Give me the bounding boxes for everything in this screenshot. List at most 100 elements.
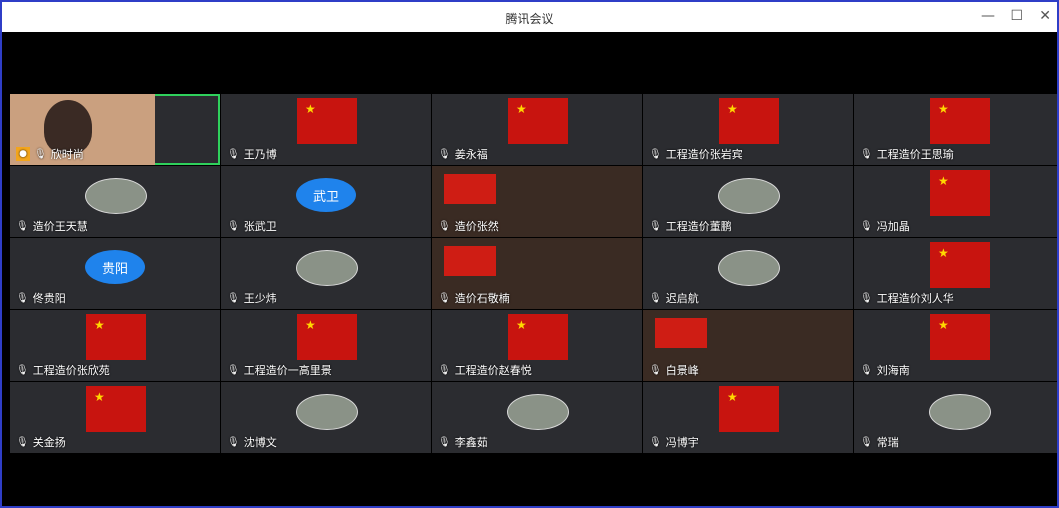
flag-video [930,98,990,144]
video-tile[interactable]: 🎙刘海南 [854,310,1057,381]
mic-icon: 🎙 [860,220,873,232]
participant-label: 🎙 李鑫茹 [438,434,488,450]
participant-name: 冯加晶 [876,220,910,233]
video-tile[interactable]: 武卫 🎙 张武卫 [221,166,431,237]
mic-icon: 🎙 [16,364,29,376]
video-tile[interactable]: 🎙工程造价张欣苑 [10,310,220,381]
mic-icon: 🎙 [438,292,451,304]
flag-video [719,386,779,432]
participant-name: 造价王天慧 [32,220,88,233]
video-tile[interactable]: 🎙工程造价刘人华 [854,238,1057,309]
mic-icon: 🎙 [860,436,873,448]
participant-label: 🎙 张武卫 [227,218,277,234]
participant-name: 工程造价刘人华 [876,292,954,305]
mic-icon: 🎙 [649,292,662,304]
flag-video [719,98,779,144]
flag-video [86,314,146,360]
participant-label: 🎙 关金扬 [16,434,66,450]
participant-name: 工程造价赵春悦 [454,364,532,377]
participant-name: 常瑞 [876,436,899,449]
close-button[interactable]: ✕ [1039,8,1051,24]
participant-label: 🎙 造价石敬楠 [438,290,510,306]
participant-name: 刘海南 [876,364,910,377]
participant-photo-avatar [718,178,780,214]
participant-label: 🎙 沈博文 [227,434,277,450]
mic-icon: 🎙 [16,220,29,232]
video-tile[interactable]: 🎙 常瑞 [854,382,1057,453]
participant-label: 🎙 工程造价一高里景 [227,362,332,378]
flag-video [297,314,357,360]
participant-label: 🎙 佟贵阳 [16,290,66,306]
participant-photo-avatar [296,250,358,286]
video-tile[interactable]: 🎙 王少炜 [221,238,431,309]
mic-icon: 🎙 [438,220,451,232]
video-tile[interactable]: 贵阳 🎙 佟贵阳 [10,238,220,309]
mic-icon: 🎙 [227,220,240,232]
video-tile[interactable]: 🎙工程造价王思瑜 [854,94,1057,165]
mic-icon: 🎙 [860,148,873,160]
flag-video [930,170,990,216]
participant-name: 造价张然 [454,220,499,233]
video-tile[interactable]: 🎙工程造价赵春悦 [432,310,642,381]
participant-name: 王少炜 [243,292,277,305]
participant-label: 🎙 刘海南 [860,362,910,378]
mic-icon: 🎙 [649,148,662,160]
participant-label: 🎙 冯加晶 [860,218,910,234]
minimize-button[interactable]: — [981,8,995,24]
mic-icon: 🎙 [860,292,873,304]
video-tile[interactable]: 🎙 造价王天慧 [10,166,220,237]
participant-name: 沈博文 [243,436,277,449]
participant-label: 🎙 王乃博 [227,146,277,162]
participant-photo-avatar [929,394,991,430]
meeting-window: 腾讯会议 — ☐ ✕ ●🎙欣时尚🎙王乃博🎙姜永福🎙工程造价张岩宾🎙工程造价王思瑜… [0,0,1059,508]
participant-name: 造价石敬楠 [454,292,510,305]
title-bar: 腾讯会议 — ☐ ✕ [2,2,1057,32]
participant-name: 工程造价一高里景 [243,364,332,377]
participant-label: 🎙 造价王天慧 [16,218,88,234]
window-title: 腾讯会议 [505,12,554,26]
participant-label: ● 🎙 欣时尚 [16,146,84,162]
host-icon: ● [16,147,30,161]
participant-photo-avatar [85,178,147,214]
mic-icon: 🎙 [649,220,662,232]
video-tile[interactable]: 🎙 沈博文 [221,382,431,453]
video-tile[interactable]: 🎙 工程造价董鹏 [643,166,853,237]
video-tile[interactable]: 🎙王乃博 [221,94,431,165]
participant-photo-avatar [718,250,780,286]
maximize-button[interactable]: ☐ [1010,8,1023,24]
mic-icon: 🎙 [860,364,873,376]
video-tile[interactable]: 🎙冯加晶 [854,166,1057,237]
participant-label: 🎙 工程造价张欣苑 [16,362,110,378]
mic-icon: 🎙 [16,292,29,304]
video-tile[interactable]: 🎙工程造价张岩宾 [643,94,853,165]
video-tile[interactable]: 🎙冯博宇 [643,382,853,453]
video-tile[interactable]: 🎙 造价张然 [432,166,642,237]
participant-name: 欣时尚 [50,148,84,161]
video-tile[interactable]: ● 🎙 欣时尚 [10,94,220,165]
participant-name: 工程造价张欣苑 [32,364,110,377]
participant-label: 🎙 白景峰 [649,362,699,378]
video-tile[interactable]: 🎙 李鑫茹 [432,382,642,453]
mic-icon: 🎙 [34,148,47,160]
participant-label: 🎙 工程造价刘人华 [860,290,954,306]
participant-label: 🎙 工程造价王思瑜 [860,146,954,162]
mic-icon: 🎙 [438,364,451,376]
video-tile[interactable]: 🎙关金扬 [10,382,220,453]
participant-label: 🎙 造价张然 [438,218,499,234]
participant-label: 🎙 王少炜 [227,290,277,306]
video-tile[interactable]: 🎙工程造价一高里景 [221,310,431,381]
flag-video [930,242,990,288]
mic-icon: 🎙 [227,292,240,304]
video-grid: ●🎙欣时尚🎙王乃博🎙姜永福🎙工程造价张岩宾🎙工程造价王思瑜🎙造价王天慧武卫🎙张武… [10,94,1057,456]
video-tile[interactable]: 🎙 白景峰 [643,310,853,381]
participant-name: 冯博宇 [665,436,699,449]
mic-icon: 🎙 [227,436,240,448]
participant-label: 🎙 姜永福 [438,146,488,162]
video-tile[interactable]: 🎙 迟启航 [643,238,853,309]
participant-name: 工程造价张岩宾 [665,148,743,161]
video-tile[interactable]: 🎙姜永福 [432,94,642,165]
flag-video [86,386,146,432]
mic-icon: 🎙 [438,436,451,448]
flag-video [508,98,568,144]
video-tile[interactable]: 🎙 造价石敬楠 [432,238,642,309]
